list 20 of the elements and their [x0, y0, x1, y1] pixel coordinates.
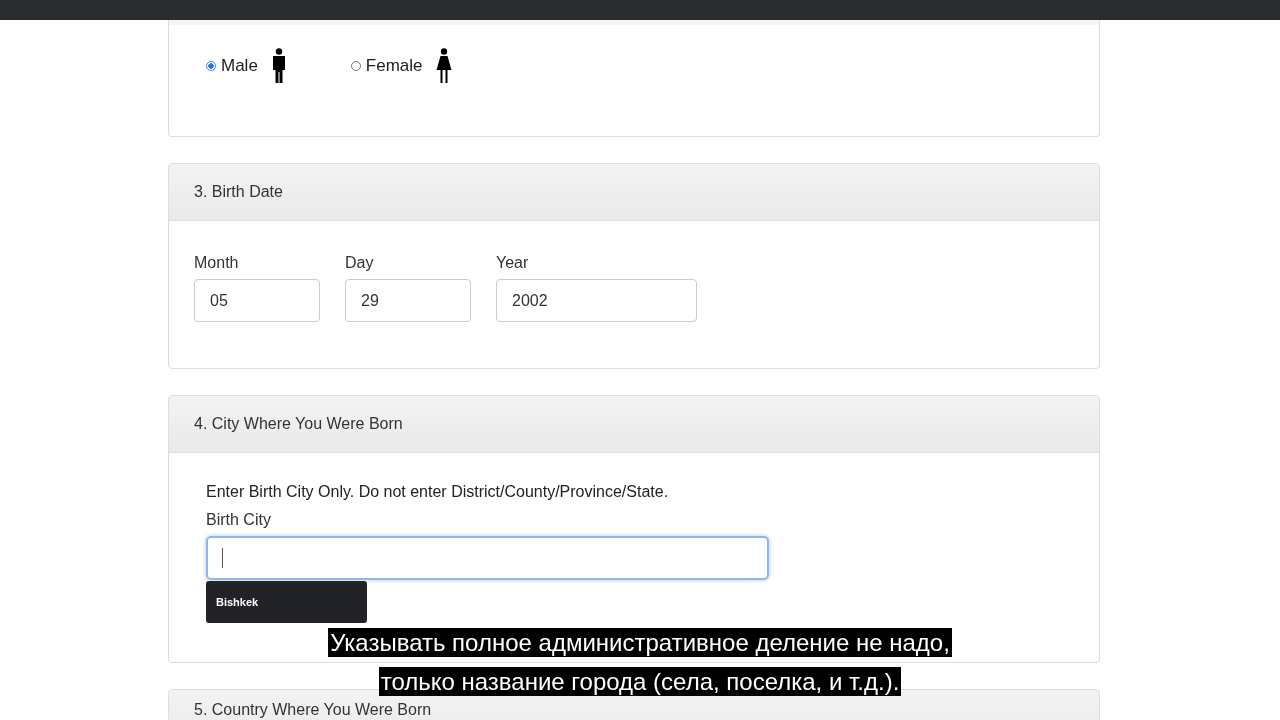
input-field[interactable]: [206, 536, 769, 580]
field-label: Month: [194, 254, 240, 272]
radio-button[interactable]: [206, 61, 216, 71]
radio-label: Male: [221, 56, 258, 76]
suggestion-item[interactable]: Bishkek: [216, 596, 259, 608]
field-label: Year: [496, 254, 530, 272]
man-icon: [270, 48, 287, 84]
input-field[interactable]: 05: [194, 279, 320, 322]
instruction-text: Enter Birth City Only. Do not enter District/County/Province/State.: [206, 483, 669, 501]
field-label: Birth City: [206, 511, 271, 529]
input-field[interactable]: 2002: [496, 279, 697, 322]
woman-icon: [435, 48, 452, 84]
subtitle-caption: Указывать полное административное деление не надо,: [328, 628, 952, 657]
subtitle-caption: только название города (села, поселка, и т.д.).: [378, 667, 902, 696]
section-title: 5. Country Where You Were Born: [194, 701, 432, 719]
field-label: Day: [345, 254, 375, 272]
section-title: 4. City Where You Were Born: [194, 415, 403, 433]
radio-label: Female: [365, 56, 423, 76]
section-title: 3. Birth Date: [194, 183, 283, 201]
input-field[interactable]: 29: [345, 279, 471, 322]
